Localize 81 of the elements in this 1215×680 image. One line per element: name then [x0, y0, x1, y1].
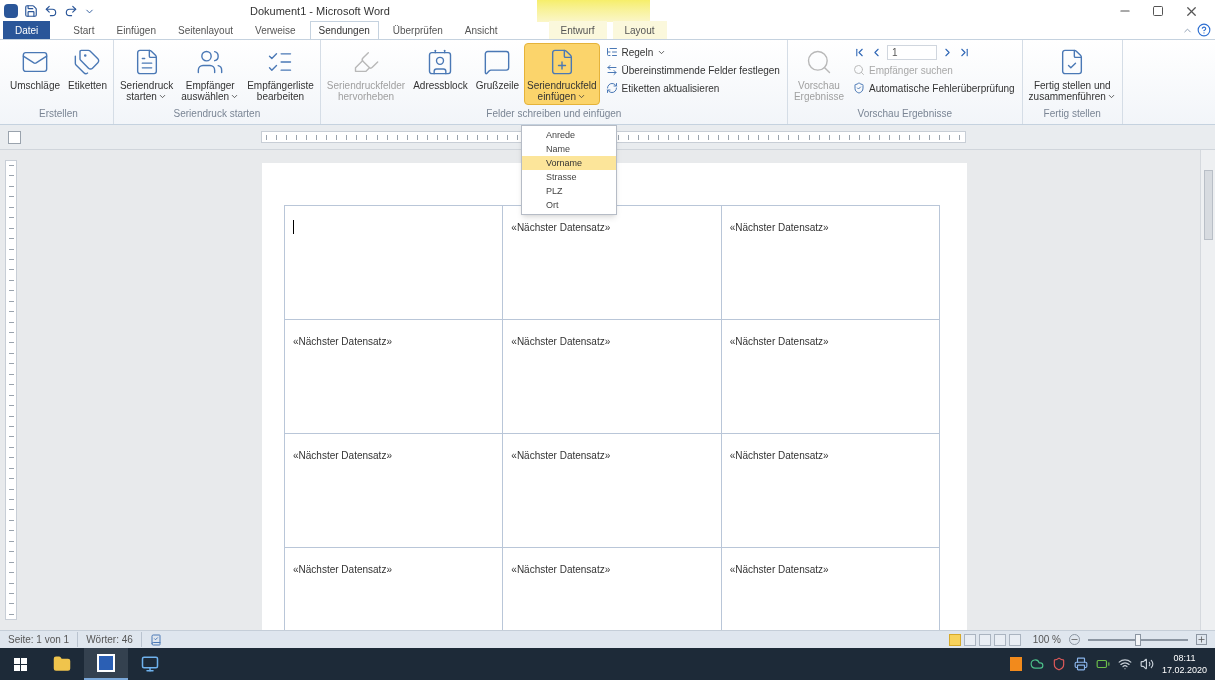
labels-icon: [73, 48, 102, 76]
table-cell: «Nächster Datensatz»: [721, 320, 940, 434]
group-label: Erstellen: [38, 107, 79, 121]
ribbon-button[interactable]: Adressblock: [410, 43, 471, 105]
ribbon-small-button[interactable]: Automatische Fehlerüberprüfung: [848, 79, 1019, 97]
group-label: Fertig stellen: [1042, 107, 1102, 121]
group-label: Seriendruck starten: [172, 107, 262, 121]
ribbon-tab[interactable]: Seitenlayout: [169, 21, 241, 39]
vertical-scrollbar[interactable]: [1200, 150, 1215, 630]
ribbon-tab[interactable]: Überprüfen: [384, 21, 451, 39]
help-icon[interactable]: [1197, 23, 1211, 37]
ribbon-button[interactable]: Empfänger auswählen: [178, 43, 243, 105]
ribbon-small-button[interactable]: Regeln: [601, 43, 784, 61]
table-cell: «Nächster Datensatz»: [721, 434, 940, 548]
ribbon-small-button[interactable]: Übereinstimmende Felder festlegen: [601, 61, 784, 79]
menu-item[interactable]: PLZ: [522, 184, 617, 198]
battery-icon[interactable]: [1095, 657, 1110, 671]
ribbon-button[interactable]: Umschläge: [7, 43, 64, 105]
refresh-icon: [605, 82, 618, 94]
zoom-level[interactable]: 100 %: [1032, 632, 1061, 647]
network-icon[interactable]: [1117, 657, 1132, 671]
shield-icon[interactable]: [1051, 657, 1066, 671]
ribbon-button[interactable]: Seriendruck starten: [116, 43, 177, 105]
ribbon-button[interactable]: Fertig stellen und zusammenführen: [1025, 43, 1119, 105]
table-cell: «Nächster Datensatz»: [503, 434, 722, 548]
page-count[interactable]: Seite: 1 von 1: [0, 632, 79, 647]
undo-icon[interactable]: [44, 4, 58, 18]
people-icon: [196, 48, 225, 76]
cloud-icon[interactable]: [1029, 657, 1044, 671]
ribbon-button[interactable]: Empfängerliste bearbeiten: [244, 43, 317, 105]
save-icon[interactable]: [24, 4, 38, 18]
tab-selector[interactable]: [8, 130, 21, 144]
menu-item[interactable]: Strasse: [522, 170, 617, 184]
tray-app-icon[interactable]: [1009, 657, 1022, 671]
document-app-icon: [97, 654, 115, 672]
speech-bubble-icon: [483, 48, 512, 76]
arrows-icon: [605, 64, 618, 76]
taskbar-app[interactable]: [84, 648, 128, 680]
ribbon-tab[interactable]: Verweise: [247, 21, 304, 39]
table-cell: «Nächster Datensatz»: [285, 434, 504, 548]
monitor-icon: [141, 655, 159, 673]
ribbon-button[interactable]: Grußzeile: [472, 43, 523, 105]
table-cell: «Nächster Datensatz»: [503, 320, 722, 434]
ribbon-tab[interactable]: Start: [65, 21, 103, 39]
caret-icon: [157, 92, 167, 101]
ribbon-tab[interactable]: Datei: [3, 21, 51, 39]
caret-icon: [1106, 92, 1116, 101]
zoom-in-icon[interactable]: [1196, 634, 1207, 645]
word-count[interactable]: Wörter: 46: [78, 632, 142, 647]
ribbon-tab[interactable]: Entwurf: [548, 21, 607, 39]
record-field[interactable]: 1: [886, 44, 937, 60]
table-cell: «Nächster Datensatz»: [721, 206, 940, 320]
printer-icon[interactable]: [1073, 657, 1088, 671]
ribbon-tab[interactable]: Ansicht: [456, 21, 506, 39]
restore-icon[interactable]: [1152, 5, 1164, 17]
ribbon-tab[interactable]: Layout: [612, 21, 667, 39]
redo-icon[interactable]: [64, 4, 78, 18]
text-cursor: [293, 220, 294, 234]
menu-item[interactable]: Anrede: [522, 128, 617, 142]
ribbon-tab[interactable]: Sendungen: [309, 21, 379, 39]
group-label: Felder schreiben und einfügen: [485, 107, 623, 121]
clock[interactable]: 08:11 17.02.2020: [1161, 652, 1207, 676]
menu-item[interactable]: Vorname: [522, 156, 617, 170]
menu-item[interactable]: Name: [522, 142, 617, 156]
caret-icon: [230, 92, 240, 101]
volume-icon[interactable]: [1139, 657, 1154, 671]
ribbon-button[interactable]: Etiketten: [65, 43, 110, 105]
shield-check-icon: [852, 82, 865, 94]
table-cell: «Nächster Datensatz»: [285, 320, 504, 434]
proofing-icon[interactable]: [149, 633, 162, 646]
list-tree-icon: [605, 46, 618, 58]
app-logo-icon[interactable]: [4, 4, 18, 18]
group-label: Vorschau Ergebnisse: [856, 107, 954, 121]
zoom-slider-thumb[interactable]: [1135, 633, 1141, 646]
caret-icon: [576, 92, 586, 101]
ribbon-button[interactable]: Seriendruckfeld einfügen: [524, 43, 600, 105]
folder-icon: [53, 655, 71, 673]
ribbon-tab[interactable]: Einfügen: [108, 21, 164, 39]
window-title: Dokument1 - Microsoft Word: [250, 3, 391, 19]
ribbon-small-button[interactable]: Etiketten aktualisieren: [601, 79, 784, 97]
search-icon: [852, 64, 865, 76]
